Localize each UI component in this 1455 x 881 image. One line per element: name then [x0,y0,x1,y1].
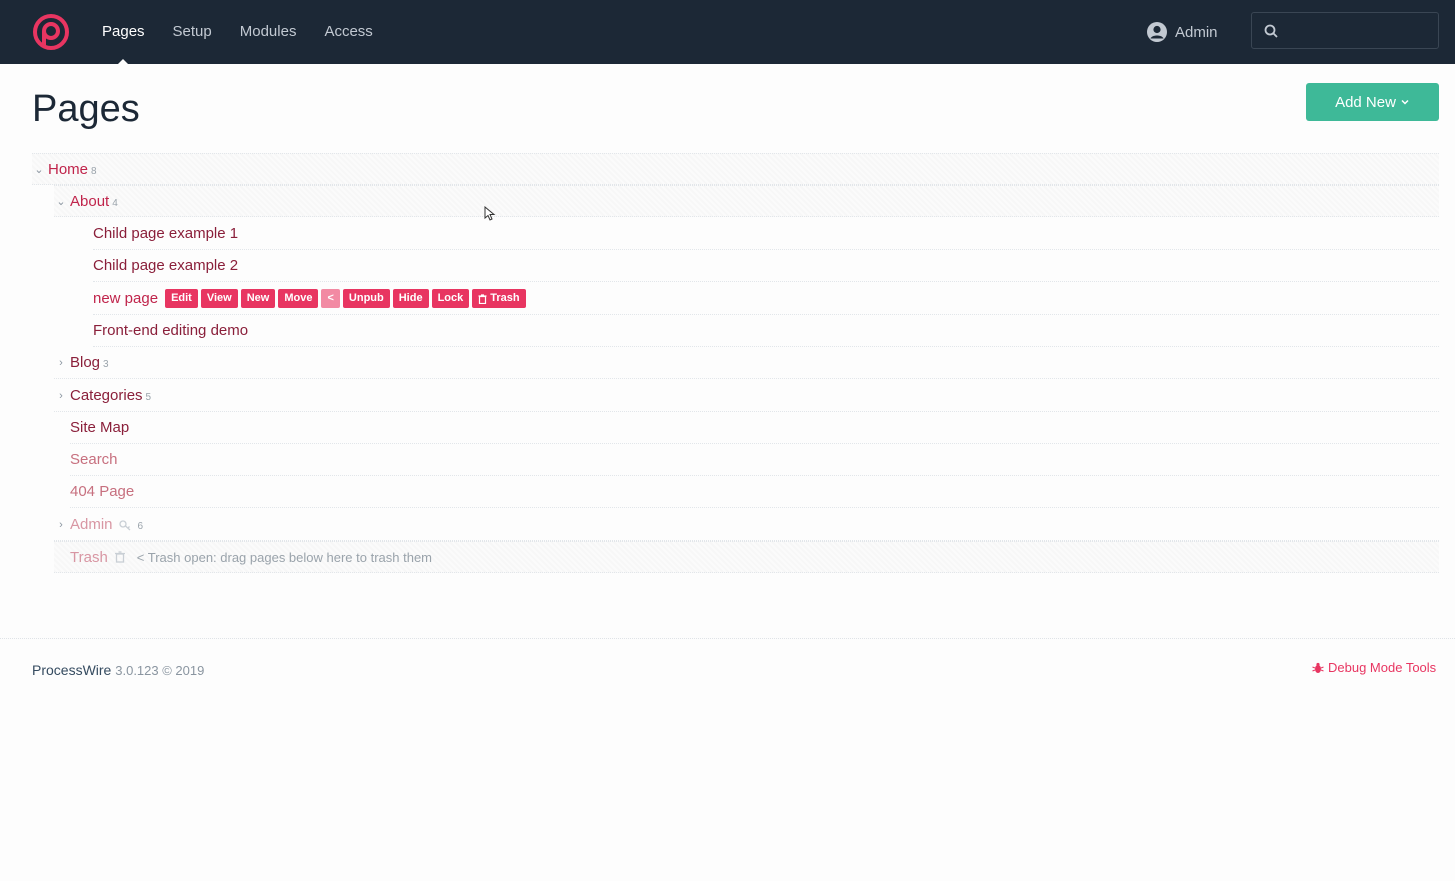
tree-item-label[interactable]: Blog [70,354,100,371]
child-count: 5 [145,392,152,403]
child-count: 3 [103,359,109,370]
footer-divider [0,638,1455,639]
unpublish-button[interactable]: Unpub [342,289,390,308]
user-avatar-icon [1147,22,1167,42]
trash-icon [114,551,125,563]
tree-item-404[interactable]: 404 Page [70,476,1439,508]
top-navbar: Pages Setup Modules Access Admin [0,0,1455,64]
tree-item-label[interactable]: Child page example 2 [93,257,238,274]
chevron-right-icon[interactable]: › [54,356,68,370]
footer-brand[interactable]: ProcessWire [32,662,111,678]
back-button[interactable]: < [321,289,340,308]
tree-item-newpage[interactable]: new page Edit View New Move < Unpub Hide… [93,283,1439,315]
tree-item-label[interactable]: Front-end editing demo [93,322,248,339]
add-new-button[interactable]: Add New [1306,83,1439,121]
tree-item-search[interactable]: Search [70,444,1439,476]
tree-item-label[interactable]: Home [48,161,88,178]
tree-item-categories[interactable]: › Categories 5 [54,380,1439,412]
chevron-down-icon[interactable]: ⌄ [54,194,68,208]
processwire-logo-icon[interactable] [31,12,71,52]
user-name: Admin [1175,23,1218,41]
nav-setup[interactable]: Setup [173,0,212,64]
tree-item-label[interactable]: Categories [70,387,143,404]
tree-item-label[interactable]: Search [70,451,118,468]
page-actions: Edit View New Move < Unpub Hide Lock Tra… [165,289,526,308]
tree-item-frontend[interactable]: Front-end editing demo [93,315,1439,347]
chevron-down-icon[interactable]: ⌄ [32,162,46,176]
trash-note: < Trash open: drag pages below here to t… [136,549,433,565]
trash-icon [478,293,487,304]
child-count: 8 [91,165,97,177]
nav-access[interactable]: Access [324,0,372,64]
search-icon [1264,24,1278,38]
add-new-label: Add New [1335,93,1396,111]
search-input[interactable] [1251,12,1439,49]
tree-item-about[interactable]: ⌄ About 4 [54,185,1439,217]
child-count: 4 [112,197,118,209]
footer-version: 3.0.123 © 2019 [115,663,205,678]
bug-icon [1312,662,1324,673]
tree-item-trash[interactable]: Trash < Trash open: drag pages below her… [54,541,1439,573]
chevron-right-icon[interactable]: › [54,518,68,532]
debug-mode-label: Debug Mode Tools [1328,660,1437,675]
tree-item-label[interactable]: Child page example 1 [93,225,238,242]
nav-pages[interactable]: Pages [102,0,145,64]
trash-button-label: Trash [490,292,520,304]
edit-button[interactable]: Edit [165,289,198,308]
new-button[interactable]: New [240,289,276,308]
tree-item-blog[interactable]: › Blog 3 [54,347,1439,379]
mouse-cursor-icon [484,206,496,221]
chevron-down-icon [1401,99,1409,105]
footer: ProcessWire 3.0.123 © 2019 [32,662,204,678]
debug-mode-tools-link[interactable]: Debug Mode Tools [1312,660,1436,675]
trash-button[interactable]: Trash [472,289,526,308]
tree-item-child2[interactable]: Child page example 2 [93,250,1439,282]
user-menu[interactable]: Admin [1146,20,1218,44]
tree-item-child1[interactable]: Child page example 1 [93,218,1439,250]
nav-modules[interactable]: Modules [240,0,297,64]
view-button[interactable]: View [200,289,238,308]
move-button[interactable]: Move [278,289,319,308]
chevron-right-icon[interactable]: › [54,389,68,403]
hide-button[interactable]: Hide [392,289,429,308]
tree-item-label[interactable]: 404 Page [70,483,134,500]
key-icon [118,519,130,530]
tree-item-admin[interactable]: › Admin 6 [54,509,1439,541]
tree-item-label[interactable]: new page [93,290,158,307]
child-count: 6 [137,521,144,532]
tree-item-label[interactable]: Site Map [70,419,129,436]
lock-button[interactable]: Lock [431,289,470,308]
tree-item-sitemap[interactable]: Site Map [70,412,1439,444]
main-nav: Pages Setup Modules Access [102,0,373,64]
tree-item-label[interactable]: About [70,193,109,210]
tree-item-home[interactable]: ⌄ Home 8 [32,153,1439,185]
page-title: Pages [32,88,140,130]
tree-item-label[interactable]: Trash [70,549,108,566]
tree-item-label[interactable]: Admin [70,516,113,533]
